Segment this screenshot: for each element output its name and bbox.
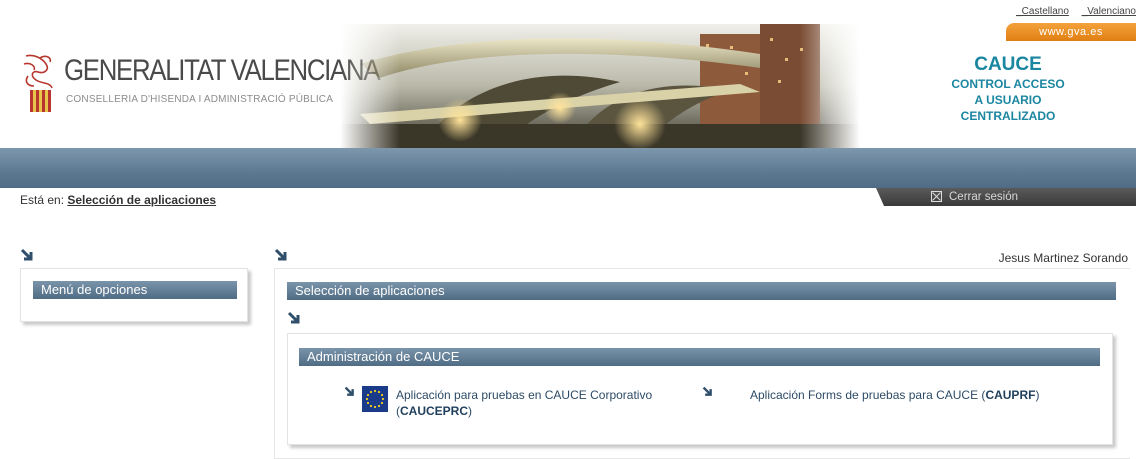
arrow-icon <box>702 386 712 396</box>
logout-button[interactable]: Cerrar sesión <box>876 188 1136 206</box>
breadcrumb: Está en: Selección de aplicaciones <box>20 193 216 207</box>
cauce-line-3: CENTRALIZADO <box>960 109 1056 123</box>
main-panel: Selección de aplicaciones Administración… <box>274 268 1130 459</box>
options-menu-title: Menú de opciones <box>33 281 237 299</box>
app-link-cauceprc[interactable]: Aplicación para pruebas en CAUCE Corpora… <box>396 387 686 419</box>
lang-valenciano-link[interactable]: _Valenciano <box>1082 6 1136 17</box>
options-menu: Menú de opciones <box>20 268 248 322</box>
arrow-icon <box>274 248 287 261</box>
cauce-name: CAUCE <box>974 54 1042 75</box>
header-photo <box>340 24 860 148</box>
app-group: Administración de CAUCE Aplicación para … <box>287 333 1113 445</box>
cauce-line-2: A USUARIO <box>974 93 1042 107</box>
app-link-cauprf[interactable]: Aplicación Forms de pruebas para CAUCE (… <box>750 387 1110 403</box>
main-panel-title: Selección de aplicaciones <box>287 282 1116 300</box>
breadcrumb-prefix: Está en: <box>20 193 65 207</box>
lang-castellano-link[interactable]: _Castellano <box>1016 6 1069 17</box>
logo-name: GENERALITAT VALENCIANA <box>64 54 381 87</box>
cauce-line-1: CONTROL ACCESO <box>951 77 1065 91</box>
app-label: Aplicación Forms de pruebas para CAUCE ( <box>750 388 986 402</box>
logo-subtitle: CONSELLERIA D'HISENDA I ADMINISTRACIÓ PÚ… <box>66 94 334 105</box>
app-group-title: Administración de CAUCE <box>299 348 1100 366</box>
user-name: Jesus Martinez Sorando <box>998 251 1128 265</box>
close-icon <box>931 191 942 202</box>
logout-label: Cerrar sesión <box>949 191 1019 203</box>
cauce-title: CAUCE CONTROL ACCESO A USUARIO CENTRALIZ… <box>938 54 1078 124</box>
app-label: Aplicación para pruebas en CAUCE Corpora… <box>396 388 653 402</box>
app-code: CAUCEPRC <box>400 404 469 418</box>
app-close: ) <box>468 404 473 418</box>
breadcrumb-current-link[interactable]: Selección de aplicaciones <box>67 193 216 207</box>
header-band <box>0 148 1136 188</box>
app-close: ) <box>1035 388 1040 402</box>
header: GENERALITAT VALENCIANA CONSELLERIA D'HIS… <box>0 24 1136 148</box>
arrow-icon <box>287 311 300 324</box>
arrow-icon <box>344 386 354 396</box>
generalitat-logo[interactable]: GENERALITAT VALENCIANA CONSELLERIA D'HIS… <box>20 52 381 122</box>
app-code: CAUPRF <box>985 388 1036 402</box>
eu-flag-icon[interactable] <box>362 386 388 412</box>
crest-icon <box>23 54 53 112</box>
arrow-icon <box>20 248 33 261</box>
language-bar: _Castellano _Valenciano <box>1006 6 1136 17</box>
